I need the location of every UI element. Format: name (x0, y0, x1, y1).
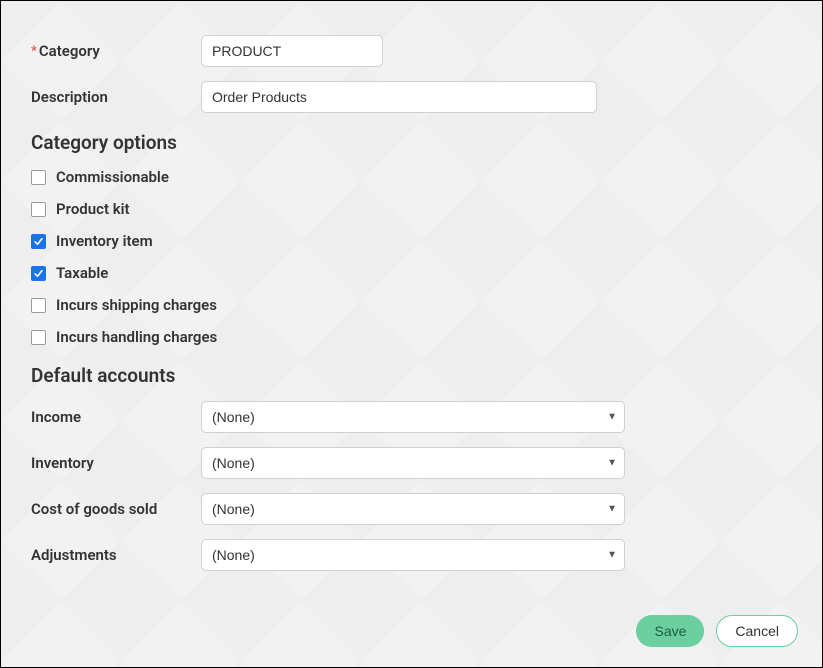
income-label: Income (31, 408, 201, 426)
accounts-heading: Default accounts (31, 364, 792, 387)
product-kit-label: Product kit (56, 200, 130, 218)
income-row: Income (None) ▼ (31, 401, 792, 433)
adjustments-label: Adjustments (31, 546, 201, 564)
product-kit-checkbox[interactable] (31, 202, 46, 217)
inventory-row: Inventory (None) ▼ (31, 447, 792, 479)
taxable-label: Taxable (56, 264, 108, 282)
adjustments-select[interactable]: (None) (201, 539, 625, 571)
income-select[interactable]: (None) (201, 401, 625, 433)
product-kit-checkbox-row[interactable]: Product kit (31, 200, 792, 218)
options-heading: Category options (31, 131, 792, 154)
accounts-block: Income (None) ▼ Inventory (None) ▼ (31, 401, 792, 571)
inventory-select-wrap: (None) ▼ (201, 447, 625, 479)
required-mark: * (31, 45, 37, 58)
shipping-label: Incurs shipping charges (56, 296, 217, 314)
category-row: * Category (31, 35, 792, 67)
description-row: Description (31, 81, 792, 113)
inventory-item-checkbox[interactable] (31, 234, 46, 249)
cogs-select-wrap: (None) ▼ (201, 493, 625, 525)
save-button[interactable]: Save (636, 615, 704, 647)
handling-checkbox[interactable] (31, 330, 46, 345)
description-input[interactable] (201, 81, 597, 113)
description-label: Description (31, 88, 108, 106)
shipping-checkbox-row[interactable]: Incurs shipping charges (31, 296, 792, 314)
inventory-item-checkbox-row[interactable]: Inventory item (31, 232, 792, 250)
commissionable-label: Commissionable (56, 168, 169, 186)
category-input[interactable] (201, 35, 383, 67)
category-label: Category (39, 42, 100, 60)
cogs-row: Cost of goods sold (None) ▼ (31, 493, 792, 525)
commissionable-checkbox-row[interactable]: Commissionable (31, 168, 792, 186)
inventory-select[interactable]: (None) (201, 447, 625, 479)
cogs-select[interactable]: (None) (201, 493, 625, 525)
inventory-item-label: Inventory item (56, 232, 153, 250)
commissionable-checkbox[interactable] (31, 170, 46, 185)
inventory-label: Inventory (31, 454, 201, 472)
handling-label: Incurs handling charges (56, 328, 217, 346)
cogs-label: Cost of goods sold (31, 500, 201, 518)
form-content: * Category Description Category options … (5, 5, 818, 605)
adjustments-select-wrap: (None) ▼ (201, 539, 625, 571)
footer-buttons: Save Cancel (636, 615, 798, 647)
handling-checkbox-row[interactable]: Incurs handling charges (31, 328, 792, 346)
adjustments-row: Adjustments (None) ▼ (31, 539, 792, 571)
taxable-checkbox-row[interactable]: Taxable (31, 264, 792, 282)
cancel-button[interactable]: Cancel (716, 615, 798, 647)
description-label-wrap: Description (31, 88, 201, 106)
form-panel: * Category Description Category options … (0, 0, 823, 668)
shipping-checkbox[interactable] (31, 298, 46, 313)
taxable-checkbox[interactable] (31, 266, 46, 281)
income-select-wrap: (None) ▼ (201, 401, 625, 433)
category-label-wrap: * Category (31, 42, 201, 60)
